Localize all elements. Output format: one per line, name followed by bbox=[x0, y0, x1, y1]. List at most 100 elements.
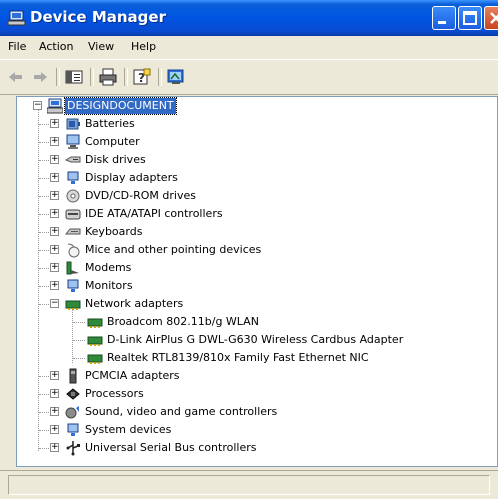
back-arrow-icon[interactable] bbox=[6, 67, 26, 87]
tree-item-pcmcia-adapters[interactable]: + PCMCIA adapters bbox=[17, 367, 487, 385]
network-adapter-icon bbox=[65, 300, 81, 310]
tree-connector bbox=[39, 232, 49, 233]
expand-toggle[interactable]: + bbox=[50, 371, 59, 380]
tree-item-label: Network adapters bbox=[85, 297, 184, 310]
tree-item-network-adapters[interactable]: − Network adapters bbox=[17, 295, 487, 313]
menu-help[interactable]: Help bbox=[131, 40, 156, 53]
computer-icon bbox=[47, 98, 63, 114]
keyboard-icon bbox=[65, 228, 81, 235]
tree-item-processors[interactable]: + Processors bbox=[17, 385, 487, 403]
scan-hardware-icon[interactable] bbox=[166, 67, 186, 87]
pcmcia-icon bbox=[69, 368, 77, 384]
tree-item-label: DVD/CD-ROM drives bbox=[85, 189, 196, 202]
tree-item-disk-drives[interactable]: + Disk drives bbox=[17, 151, 487, 169]
properties-icon[interactable] bbox=[64, 67, 84, 87]
tree-item-usb-controllers[interactable]: + Universal Serial Bus controllers bbox=[17, 439, 487, 457]
expand-toggle[interactable]: + bbox=[50, 425, 59, 434]
expand-toggle[interactable]: + bbox=[50, 443, 59, 452]
tree-item-realtek-nic[interactable]: Realtek RTL8139/810x Family Fast Etherne… bbox=[17, 349, 487, 367]
tree-item-label: System devices bbox=[85, 423, 172, 436]
tree-connector bbox=[39, 268, 49, 269]
print-icon[interactable] bbox=[98, 67, 118, 87]
toolbar-separator bbox=[124, 68, 128, 86]
tree-connector bbox=[39, 304, 49, 305]
window-title: Device Manager bbox=[30, 8, 166, 26]
tree-item-label: Keyboards bbox=[85, 225, 143, 238]
tree-connector bbox=[39, 286, 49, 287]
expand-toggle[interactable]: + bbox=[50, 281, 59, 290]
close-icon bbox=[490, 12, 498, 24]
collapse-toggle[interactable]: − bbox=[50, 299, 59, 308]
expand-toggle[interactable]: + bbox=[50, 227, 59, 236]
title-bar[interactable]: Device Manager bbox=[0, 0, 498, 36]
tree-connector bbox=[39, 394, 49, 395]
tree-root-row[interactable]: − DESIGNDOCUMENT bbox=[17, 97, 487, 115]
expand-toggle[interactable]: + bbox=[50, 209, 59, 218]
expand-toggle[interactable]: + bbox=[50, 173, 59, 182]
network-card-icon bbox=[87, 336, 103, 346]
tree-item-label: Display adapters bbox=[85, 171, 178, 184]
toolbar-separator bbox=[90, 68, 94, 86]
tree-item-batteries[interactable]: + Batteries bbox=[17, 115, 487, 133]
cdrom-icon bbox=[66, 189, 80, 203]
forward-arrow-icon[interactable] bbox=[30, 67, 50, 87]
tree-item-monitors[interactable]: + Monitors bbox=[17, 277, 487, 295]
expand-toggle[interactable]: + bbox=[50, 407, 59, 416]
computer-icon bbox=[66, 134, 80, 149]
tree-item-ide-controllers[interactable]: + IDE ATA/ATAPI controllers bbox=[17, 205, 487, 223]
disk-drive-icon bbox=[65, 156, 81, 163]
device-tree[interactable]: − DESIGNDOCUMENT + Batteries + Computer … bbox=[16, 96, 498, 467]
tree-item-label: Mice and other pointing devices bbox=[85, 243, 262, 256]
battery-icon bbox=[66, 118, 80, 130]
system-device-icon bbox=[67, 423, 79, 436]
help-icon[interactable]: ? bbox=[132, 67, 152, 87]
expand-toggle[interactable]: + bbox=[50, 137, 59, 146]
tree-connector bbox=[73, 358, 85, 359]
tree-item-dvd-cdrom-drives[interactable]: + DVD/CD-ROM drives bbox=[17, 187, 487, 205]
menu-action[interactable]: Action bbox=[39, 40, 73, 53]
expand-toggle[interactable]: + bbox=[50, 119, 59, 128]
device-manager-window: Device Manager File Action View Help ? −… bbox=[0, 0, 498, 499]
toolbar: ? bbox=[0, 59, 498, 95]
tree-item-system-devices[interactable]: + System devices bbox=[17, 421, 487, 439]
menu-file[interactable]: File bbox=[8, 40, 26, 53]
sound-icon bbox=[65, 406, 79, 419]
usb-icon bbox=[66, 441, 80, 456]
tree-item-label: Computer bbox=[85, 135, 140, 148]
tree-item-label: IDE ATA/ATAPI controllers bbox=[85, 207, 223, 220]
tree-item-label: Universal Serial Bus controllers bbox=[85, 441, 257, 454]
tree-connector bbox=[39, 376, 49, 377]
tree-item-label: D-Link AirPlus G DWL-G630 Wireless Cardb… bbox=[107, 333, 404, 346]
menu-view[interactable]: View bbox=[88, 40, 114, 53]
expand-toggle[interactable]: + bbox=[50, 263, 59, 272]
maximize-icon bbox=[463, 11, 477, 25]
tree-item-label: Modems bbox=[85, 261, 132, 274]
tree-item-mice[interactable]: + Mice and other pointing devices bbox=[17, 241, 487, 259]
tree-connector bbox=[39, 196, 49, 197]
tree-item-label: Broadcom 802.11b/g WLAN bbox=[107, 315, 259, 328]
tree-item-label: PCMCIA adapters bbox=[85, 369, 180, 382]
tree-connector bbox=[39, 214, 49, 215]
expand-toggle[interactable]: + bbox=[50, 245, 59, 254]
tree-item-display-adapters[interactable]: + Display adapters bbox=[17, 169, 487, 187]
ide-controller-icon bbox=[65, 209, 81, 220]
modem-icon bbox=[66, 261, 79, 275]
tree-connector bbox=[39, 160, 49, 161]
expand-toggle[interactable]: + bbox=[50, 191, 59, 200]
tree-item-dlink-adapter[interactable]: D-Link AirPlus G DWL-G630 Wireless Cardb… bbox=[17, 331, 487, 349]
expand-toggle[interactable]: + bbox=[50, 155, 59, 164]
monitor-icon bbox=[67, 279, 79, 292]
tree-item-sound-video-game[interactable]: + Sound, video and game controllers bbox=[17, 403, 487, 421]
minimize-button[interactable] bbox=[432, 6, 456, 30]
close-button[interactable] bbox=[484, 6, 498, 30]
tree-item-computer[interactable]: + Computer bbox=[17, 133, 487, 151]
expand-toggle[interactable]: + bbox=[50, 389, 59, 398]
tree-connector bbox=[39, 142, 49, 143]
tree-item-keyboards[interactable]: + Keyboards bbox=[17, 223, 487, 241]
tree-root-label: DESIGNDOCUMENT bbox=[64, 97, 177, 115]
tree-item-broadcom-wlan[interactable]: Broadcom 802.11b/g WLAN bbox=[17, 313, 487, 331]
collapse-toggle[interactable]: − bbox=[33, 101, 42, 110]
maximize-button[interactable] bbox=[458, 6, 482, 30]
tree-connector bbox=[39, 124, 49, 125]
tree-item-modems[interactable]: + Modems bbox=[17, 259, 487, 277]
